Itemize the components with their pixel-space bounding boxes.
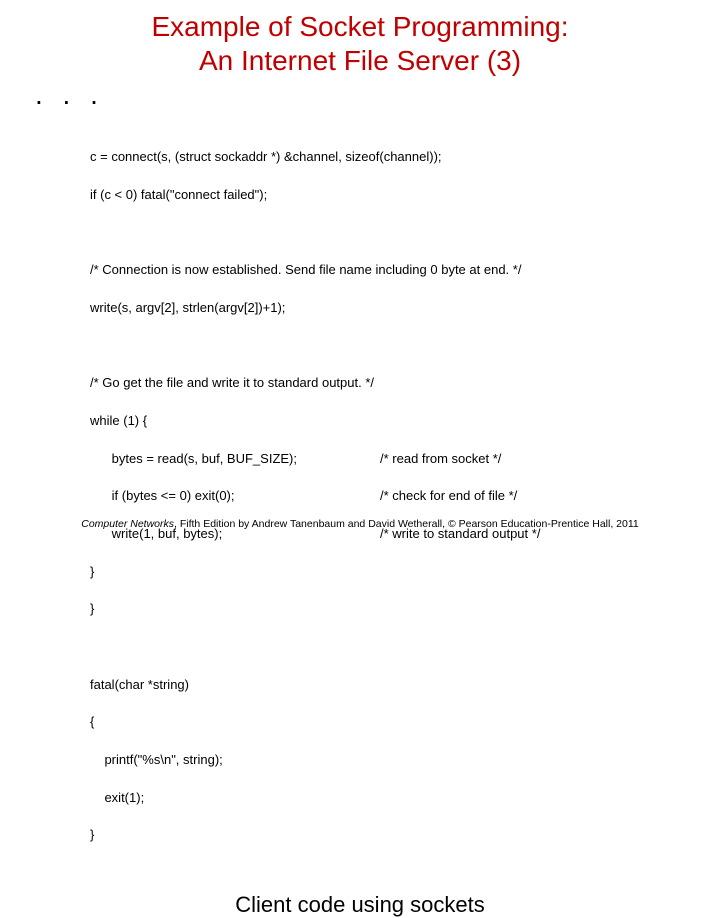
code-comment: /* check for end of file */ [380,487,517,506]
slide-title: Example of Socket Programming: An Intern… [0,0,720,77]
title-line-2: An Internet File Server (3) [0,44,720,78]
footer-book: Computer Networks [81,518,174,530]
code-line: exit(1); [90,789,680,808]
code-left: bytes = read(s, buf, BUF_SIZE); [90,450,380,469]
code-line: bytes = read(s, buf, BUF_SIZE);/* read f… [90,450,680,469]
code-line: if (c < 0) fatal("connect failed"); [90,186,680,205]
caption: Client code using sockets [0,892,720,918]
code-blank [90,223,680,242]
code-line: } [90,563,680,582]
code-line: { [90,713,680,732]
code-line: printf("%s\n", string); [90,751,680,770]
code-blank [90,638,680,657]
code-block: c = connect(s, (struct sockaddr *) &chan… [0,111,720,864]
ellipsis: . . . [0,79,720,111]
code-line: if (bytes <= 0) exit(0);/* check for end… [90,487,680,506]
code-left: if (bytes <= 0) exit(0); [90,487,380,506]
code-blank [90,336,680,355]
code-line: while (1) { [90,412,680,431]
code-line: /* Go get the file and write it to stand… [90,374,680,393]
code-comment: /* read from socket */ [380,450,501,469]
footer-rest: , Fifth Edition by Andrew Tanenbaum and … [174,518,639,530]
code-line: } [90,826,680,845]
code-line: } [90,600,680,619]
code-line: c = connect(s, (struct sockaddr *) &chan… [90,148,680,167]
code-line: /* Connection is now established. Send f… [90,261,680,280]
code-line: fatal(char *string) [90,676,680,695]
code-line: write(s, argv[2], strlen(argv[2])+1); [90,299,680,318]
title-line-1: Example of Socket Programming: [0,10,720,44]
footer: Computer Networks, Fifth Edition by Andr… [0,518,720,530]
